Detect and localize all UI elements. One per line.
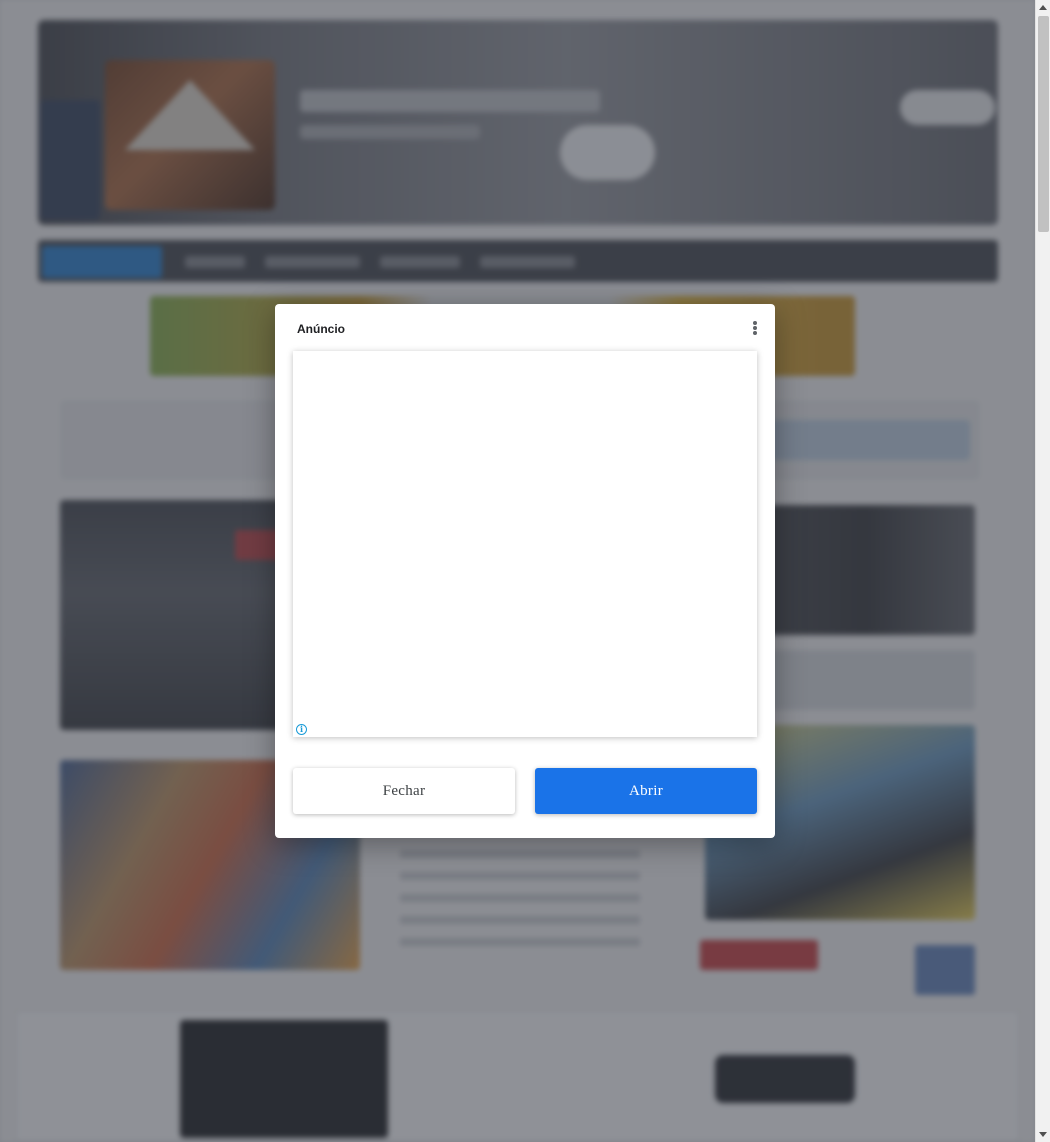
vertical-scrollbar[interactable] — [1035, 0, 1050, 1142]
ad-content-frame[interactable]: i — [293, 351, 757, 737]
scroll-up-arrow-icon[interactable] — [1039, 5, 1047, 10]
ad-interstitial-dialog: Anúncio i Fechar Abrir — [275, 304, 775, 838]
info-icon[interactable]: i — [296, 724, 307, 735]
menu-dot — [753, 326, 757, 330]
menu-dot — [753, 331, 757, 335]
dialog-title: Anúncio — [297, 322, 345, 336]
more-vert-icon[interactable] — [747, 318, 763, 338]
menu-dot — [753, 321, 757, 325]
scroll-down-arrow-icon[interactable] — [1039, 1132, 1047, 1137]
open-button[interactable]: Abrir — [535, 768, 757, 814]
close-button[interactable]: Fechar — [293, 768, 515, 814]
scroll-thumb[interactable] — [1038, 16, 1049, 232]
